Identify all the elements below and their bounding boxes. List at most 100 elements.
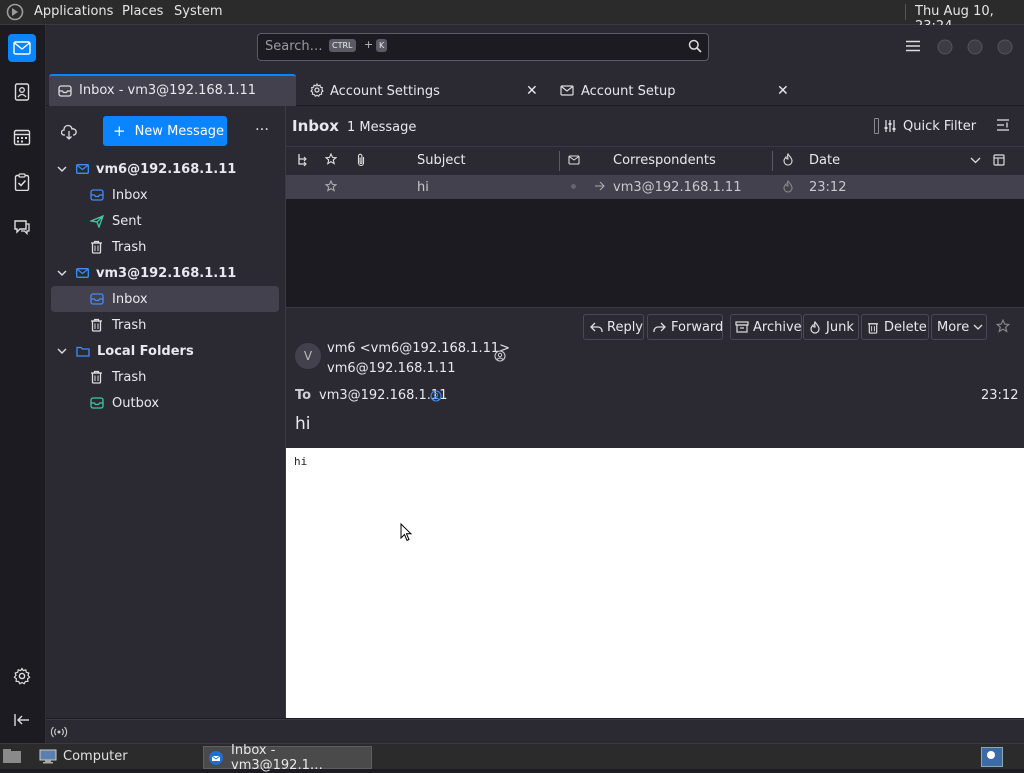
settings-button[interactable] — [8, 662, 36, 690]
column-subject[interactable]: Subject — [417, 153, 466, 168]
tab-account-setup[interactable]: Account Setup ✕ — [554, 76, 794, 104]
distro-logo-icon[interactable] — [6, 3, 24, 21]
folder-inbox-selected[interactable]: Inbox — [51, 286, 279, 312]
forward-label: Forward — [671, 319, 724, 335]
computer-taskbar-button[interactable]: Computer — [36, 746, 196, 767]
sender-name[interactable]: vm6 <vm6@192.168.1.11> — [327, 341, 510, 356]
system-menu[interactable]: System — [174, 4, 222, 19]
new-message-button[interactable]: + New Message — [103, 116, 227, 146]
mail-account-icon — [76, 268, 89, 278]
folder-pane-menu-button[interactable]: … — [255, 118, 269, 134]
folder-name: Inbox — [292, 117, 339, 135]
folder-label: Trash — [112, 239, 147, 255]
message-body[interactable]: hi — [286, 448, 1024, 718]
contact-icon[interactable] — [430, 390, 442, 402]
minimize-window-icon[interactable] — [937, 39, 953, 55]
contact-icon[interactable] — [494, 350, 506, 362]
delete-button[interactable]: Delete — [861, 314, 929, 340]
avatar: V — [295, 343, 321, 369]
close-window-icon[interactable] — [997, 39, 1013, 55]
thunderbird-icon — [208, 750, 224, 766]
recipient[interactable]: vm3@192.168.1.11 — [319, 388, 447, 403]
unified-toolbar: Search… CTRL + K — [46, 25, 1024, 73]
calendar-button[interactable] — [8, 123, 36, 151]
filter-icon — [883, 119, 897, 133]
close-tab-icon[interactable]: ✕ — [777, 83, 789, 99]
folder-trash[interactable]: Trash — [51, 312, 279, 338]
thread-column-headers: Subject Correspondents Date — [286, 146, 1024, 176]
account-local-folders[interactable]: Local Folders — [51, 338, 279, 364]
column-picker-icon[interactable] — [993, 154, 1005, 166]
attachment-column-icon[interactable] — [356, 153, 366, 167]
junk-status-icon[interactable] — [782, 180, 794, 193]
trash-icon — [90, 240, 103, 254]
divider — [874, 118, 879, 134]
tasks-icon — [14, 173, 30, 191]
applications-menu[interactable]: Applications — [34, 4, 113, 19]
search-input[interactable]: Search… CTRL + K — [257, 33, 709, 61]
arrow-right-icon — [594, 181, 605, 191]
online-status-icon[interactable] — [50, 726, 68, 738]
tab-account-settings[interactable]: Account Settings ✕ — [304, 76, 544, 104]
tab-inbox[interactable]: Inbox - vm3@192.168.1.11 — [49, 74, 296, 106]
reply-button[interactable]: Reply — [583, 314, 644, 340]
column-date[interactable]: Date — [809, 153, 840, 168]
chat-button[interactable] — [8, 213, 36, 241]
message-body-text: hi — [294, 455, 308, 468]
tab-label: Account Setup — [581, 84, 676, 99]
chevron-down-icon[interactable] — [970, 157, 981, 164]
forward-button[interactable]: Forward — [647, 314, 723, 340]
gear-icon — [13, 667, 31, 685]
account-vm3[interactable]: vm3@192.168.1.11 — [51, 260, 279, 286]
star-icon[interactable] — [996, 319, 1010, 333]
thread-column-icon[interactable] — [296, 153, 308, 167]
tab-label: Account Settings — [330, 84, 440, 99]
thunderbird-taskbar-button[interactable]: Inbox - vm3@192.1… — [203, 743, 372, 773]
archive-button[interactable]: Archive — [730, 314, 802, 340]
close-tab-icon[interactable]: ✕ — [526, 83, 538, 99]
search-icon[interactable] — [688, 39, 702, 53]
inbox-icon — [58, 85, 72, 97]
column-splitter[interactable] — [559, 151, 560, 171]
column-splitter[interactable] — [772, 151, 773, 171]
places-menu[interactable]: Places — [122, 4, 163, 19]
junk-status-column-icon[interactable] — [782, 153, 794, 166]
display-options-icon[interactable] — [996, 118, 1010, 132]
star-column-icon[interactable] — [325, 153, 337, 165]
folder-trash[interactable]: Trash — [51, 234, 279, 260]
chevron-down-icon — [57, 166, 67, 172]
more-button[interactable]: More — [931, 314, 987, 340]
to-label: To — [295, 388, 312, 403]
show-desktop-icon[interactable] — [2, 748, 22, 764]
quick-filter-button[interactable]: Quick Filter — [883, 116, 976, 136]
folder-sent[interactable]: Sent — [51, 208, 279, 234]
shortcut-key-k: K — [376, 39, 388, 52]
mouse-cursor-icon — [400, 523, 412, 542]
mail-space-button[interactable] — [8, 34, 36, 62]
folder-inbox[interactable]: Inbox — [51, 182, 279, 208]
spam-column-icon[interactable] — [568, 154, 580, 166]
account-vm6[interactable]: vm6@192.168.1.11 — [51, 156, 279, 182]
app-menu-icon[interactable] — [906, 40, 920, 52]
status-bar — [46, 719, 1024, 744]
thread-list: hi vm3@192.168.1.11 23:12 — [286, 175, 1024, 305]
tasks-button[interactable] — [8, 168, 36, 196]
avatar-letter: V — [303, 349, 313, 363]
folder-outbox[interactable]: Outbox — [51, 390, 279, 416]
address-book-button[interactable] — [8, 78, 36, 106]
collapse-spaces-button[interactable] — [8, 706, 36, 734]
computer-label: Computer — [63, 749, 128, 764]
account-name: vm6@192.168.1.11 — [96, 161, 237, 177]
folder-label: Inbox — [112, 291, 148, 307]
message-header: Reply Forward Archive Junk Delete More V… — [286, 307, 1024, 448]
star-icon[interactable] — [325, 180, 337, 192]
table-row[interactable]: hi vm3@192.168.1.11 23:12 — [286, 175, 1024, 199]
column-correspondents[interactable]: Correspondents — [613, 153, 716, 168]
junk-button[interactable]: Junk — [803, 314, 859, 340]
folder-trash[interactable]: Trash — [51, 364, 279, 390]
shortcut-plus: + — [364, 38, 374, 51]
get-messages-icon[interactable] — [61, 124, 77, 140]
maximize-window-icon[interactable] — [967, 39, 983, 55]
mail-icon — [13, 41, 31, 55]
read-status-icon[interactable] — [571, 184, 576, 189]
